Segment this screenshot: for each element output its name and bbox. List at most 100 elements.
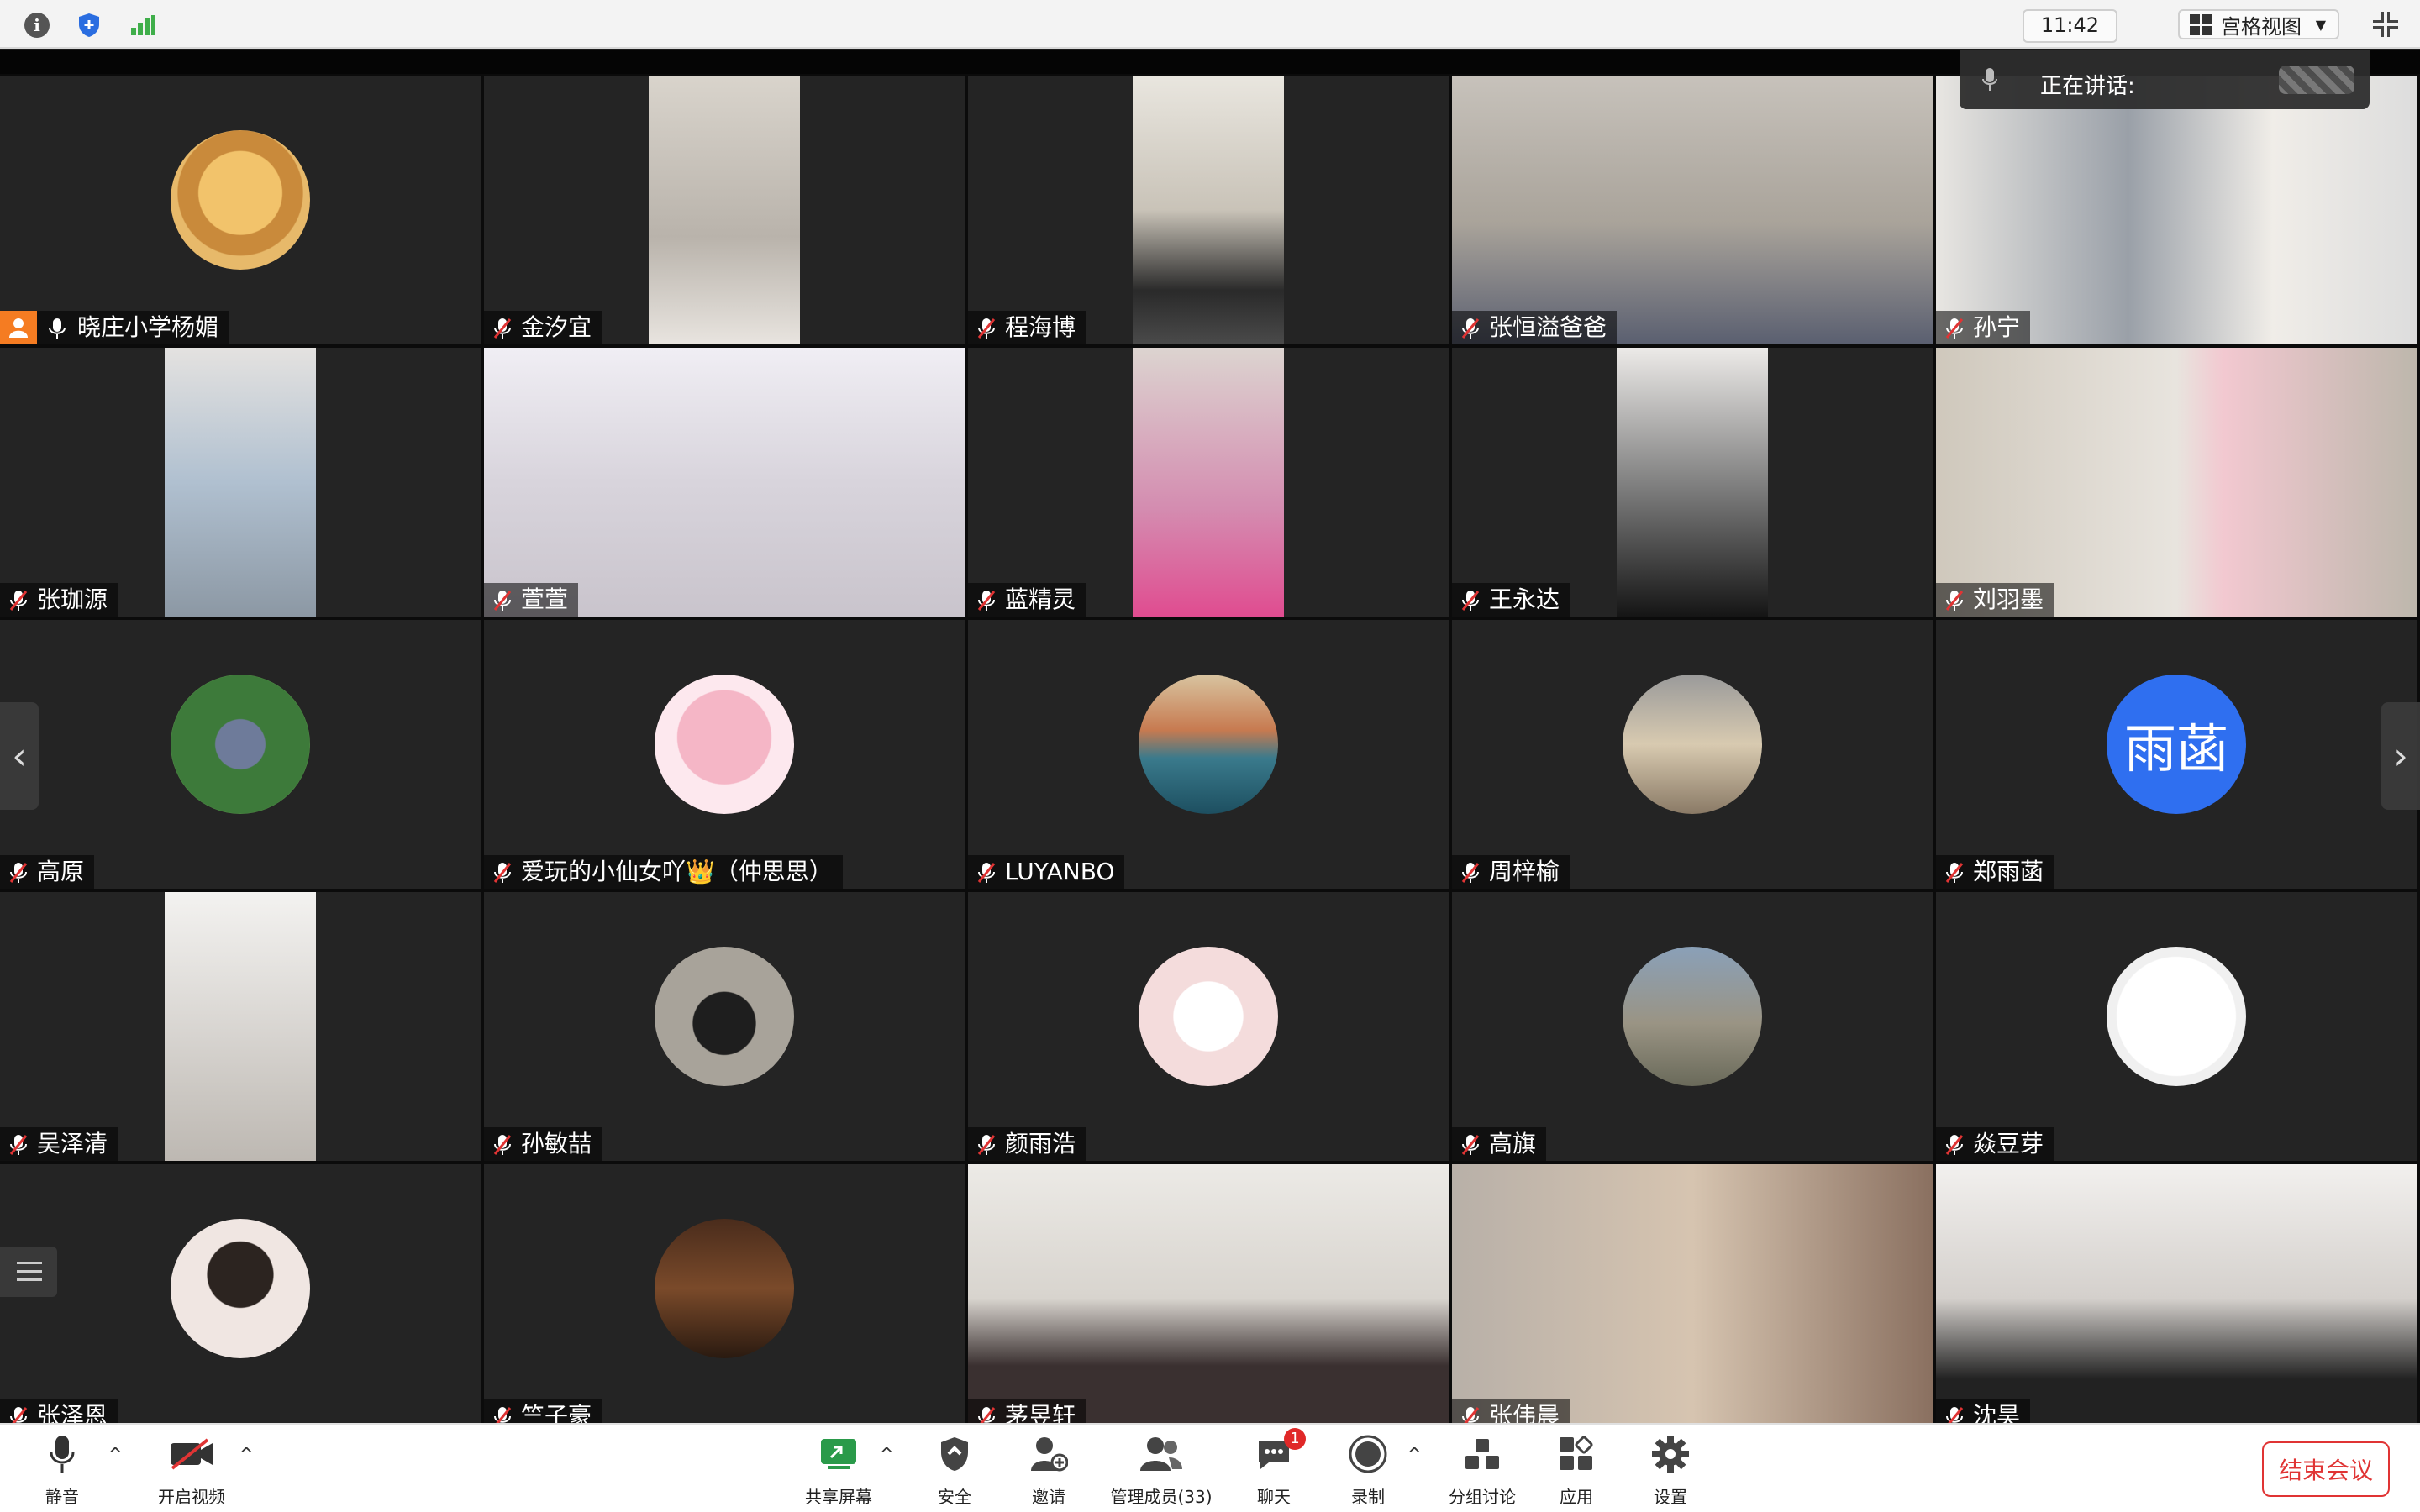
avatar — [171, 1219, 310, 1358]
video-off-icon — [171, 1438, 213, 1470]
participant-tile[interactable]: 竺子豪 — [484, 1164, 965, 1433]
participant-name-tag: 高旗 — [1452, 1127, 1547, 1161]
participant-name-tag: 刘羽墨 — [1936, 583, 2054, 617]
record-options-chevron-icon[interactable]: ^ — [1407, 1445, 1422, 1466]
participant-tile[interactable]: 晓庄小学杨媚 — [0, 76, 481, 344]
participant-tile[interactable]: 高原 — [0, 620, 481, 889]
participant-tile[interactable]: 颜雨浩 — [968, 892, 1449, 1161]
gear-icon — [1652, 1436, 1689, 1473]
share-screen-button[interactable]: 共享屏幕 — [780, 1431, 897, 1508]
fullscreen-icon[interactable] — [2373, 12, 2398, 37]
microphone-muted-icon — [492, 860, 513, 884]
participant-tile[interactable]: 吴泽清 — [0, 892, 481, 1161]
participant-tile[interactable]: LUYANBO — [968, 620, 1449, 889]
participant-tile[interactable]: 张珈源 — [0, 348, 481, 617]
participant-name-tag: 颜雨浩 — [968, 1127, 1086, 1161]
participant-name: 王永达 — [1489, 585, 1560, 613]
participant-name: 张恒溢爸爸 — [1489, 313, 1607, 341]
participant-tile[interactable]: 高旗 — [1452, 892, 1933, 1161]
participant-name: LUYANBO — [1005, 858, 1115, 885]
participant-name-tag: 孙敏喆 — [484, 1127, 602, 1161]
participant-video — [165, 892, 316, 1161]
participant-tile[interactable]: 金汐宜 — [484, 76, 965, 344]
participant-tile[interactable]: 刘羽墨 — [1936, 348, 2417, 617]
speaker-name-blurred — [2279, 66, 2354, 94]
avatar — [171, 675, 310, 814]
microphone-muted-icon — [1944, 1132, 1965, 1156]
avatar — [1139, 947, 1278, 1086]
participant-tile[interactable]: 张恒溢爸爸 — [1452, 76, 1933, 344]
microphone-muted-icon — [492, 316, 513, 339]
manage-participants-button[interactable]: 管理成员(33) — [1102, 1431, 1220, 1508]
participant-tile[interactable]: 张伟晨 — [1452, 1164, 1933, 1433]
participant-video — [484, 348, 965, 617]
participant-tile[interactable]: 孙宁 — [1936, 76, 2417, 344]
participant-name: 高旗 — [1489, 1130, 1537, 1158]
next-page-arrow-icon[interactable]: › — [2381, 702, 2420, 810]
participant-tile[interactable]: 焱豆芽 — [1936, 892, 2417, 1161]
participant-name-tag: 爱玩的小仙女吖👑（仲思思） — [484, 855, 843, 889]
microphone-muted-icon — [1944, 316, 1965, 339]
microphone-muted-icon — [976, 860, 997, 884]
previous-page-arrow-icon[interactable]: ‹ — [0, 702, 39, 810]
speaking-label: 正在讲话: — [2040, 74, 2135, 99]
record-icon — [1349, 1435, 1387, 1473]
microphone-icon — [50, 1436, 75, 1473]
participant-tile[interactable]: 程海博 — [968, 76, 1449, 344]
record-button[interactable]: 录制 — [1309, 1431, 1427, 1508]
microphone-muted-icon — [1460, 588, 1481, 612]
microphone-muted-icon — [976, 588, 997, 612]
active-speaker-indicator: 正在讲话: — [1960, 50, 2370, 109]
apps-icon — [1560, 1436, 1593, 1470]
participant-name-tag: 萱萱 — [484, 583, 579, 617]
microphone-muted-icon — [492, 1132, 513, 1156]
participant-name: 焱豆芽 — [1973, 1130, 2044, 1158]
meeting-clock: 11:42 — [2022, 9, 2118, 43]
participant-name: 郑雨菡 — [1973, 858, 2044, 885]
host-user-icon — [0, 311, 37, 344]
avatar — [1623, 675, 1762, 814]
participant-name: 周梓榆 — [1489, 858, 1560, 885]
participant-tile[interactable]: 沈昊 — [1936, 1164, 2417, 1433]
participant-video — [968, 1164, 1449, 1433]
participant-name-tag: 金汐宜 — [484, 311, 602, 344]
share-options-chevron-icon[interactable]: ^ — [879, 1445, 894, 1466]
video-options-chevron-icon[interactable]: ^ — [239, 1445, 254, 1466]
participant-tile[interactable]: 茅昱轩 — [968, 1164, 1449, 1433]
end-meeting-button[interactable]: 结束会议 — [2262, 1441, 2390, 1497]
grid-view-icon — [2190, 13, 2212, 35]
microphone-muted-icon — [8, 588, 29, 612]
participant-name-tag: 王永达 — [1452, 583, 1570, 617]
participant-name: 孙宁 — [1973, 313, 2021, 341]
participant-name: 张珈源 — [37, 585, 108, 613]
participant-name-tag: 蓝精灵 — [968, 583, 1086, 617]
participant-name: 金汐宜 — [521, 313, 592, 341]
view-mode-button[interactable]: 宫格视图 ▼ — [2178, 9, 2339, 39]
participant-tile[interactable]: 雨菡郑雨菡 — [1936, 620, 2417, 889]
participant-tile[interactable]: 王永达 — [1452, 348, 1933, 617]
participant-tile[interactable]: 萱萱 — [484, 348, 965, 617]
encryption-shield-icon[interactable] — [74, 10, 104, 40]
start-video-button[interactable]: 开启视频 — [133, 1431, 250, 1508]
participant-tile[interactable]: 蓝精灵 — [968, 348, 1449, 617]
participant-video — [1133, 348, 1284, 617]
participant-video — [1936, 1164, 2417, 1433]
participant-name-tag: 晓庄小学杨媚 — [0, 311, 229, 344]
participant-name-tag: 孙宁 — [1936, 311, 2031, 344]
meeting-info-icon[interactable]: i — [22, 10, 52, 40]
top-bar: i 11:42 宫格视图 ▼ — [0, 0, 2420, 49]
participants-icon — [1140, 1437, 1182, 1471]
avatar — [171, 130, 310, 270]
participant-video — [1936, 348, 2417, 617]
mute-options-chevron-icon[interactable]: ^ — [108, 1445, 123, 1466]
settings-button[interactable]: 设置 — [1612, 1431, 1729, 1508]
invite-button[interactable]: 邀请 — [990, 1431, 1107, 1508]
participant-list-toggle-icon[interactable] — [0, 1247, 57, 1297]
mute-button[interactable]: 静音 — [3, 1431, 121, 1508]
participant-tile[interactable]: 爱玩的小仙女吖👑（仲思思） — [484, 620, 965, 889]
network-signal-icon[interactable] — [128, 10, 158, 40]
participant-tile[interactable]: 周梓榆 — [1452, 620, 1933, 889]
participant-tile[interactable]: 孙敏喆 — [484, 892, 965, 1161]
avatar-initials: 雨菡 — [2107, 675, 2246, 814]
participant-tile[interactable]: 张泽恩 — [0, 1164, 481, 1433]
